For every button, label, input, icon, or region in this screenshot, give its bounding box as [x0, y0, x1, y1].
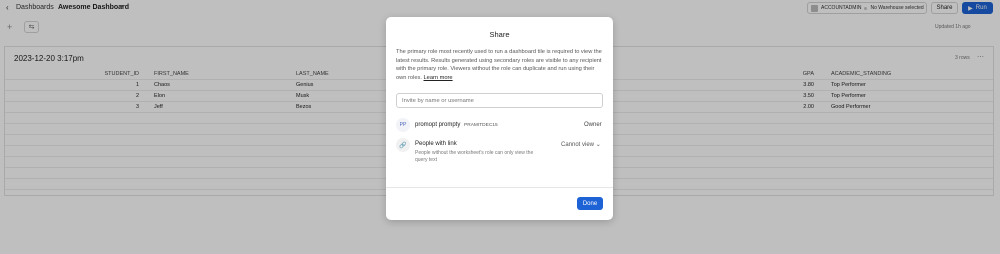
- learn-more-link[interactable]: Learn more: [424, 75, 453, 81]
- link-permission-dropdown[interactable]: Cannot view ⌄: [561, 141, 601, 148]
- done-button[interactable]: Done: [577, 197, 603, 210]
- user-name: promopt prompty: [415, 122, 461, 128]
- dialog-description: The primary role most recently used to r…: [396, 48, 603, 82]
- people-with-link-label: People with link: [415, 141, 457, 147]
- user-id: PRAMITDEC15: [464, 123, 498, 128]
- dialog-title: Share: [489, 30, 510, 39]
- dialog-divider: [386, 187, 613, 188]
- share-dialog: Share The primary role most recently use…: [386, 17, 613, 220]
- people-with-link-description: People without the worksheet's role can …: [415, 150, 534, 163]
- invite-input[interactable]: [396, 93, 603, 108]
- chevron-down-icon: ⌄: [595, 142, 601, 148]
- link-permission-value: Cannot view: [561, 142, 595, 148]
- owner-permission: Owner: [584, 122, 602, 128]
- user-entry: promopt prompty PRAMITDEC15: [415, 122, 498, 128]
- link-icon: 🔗: [396, 138, 410, 152]
- avatar: PP: [396, 118, 410, 132]
